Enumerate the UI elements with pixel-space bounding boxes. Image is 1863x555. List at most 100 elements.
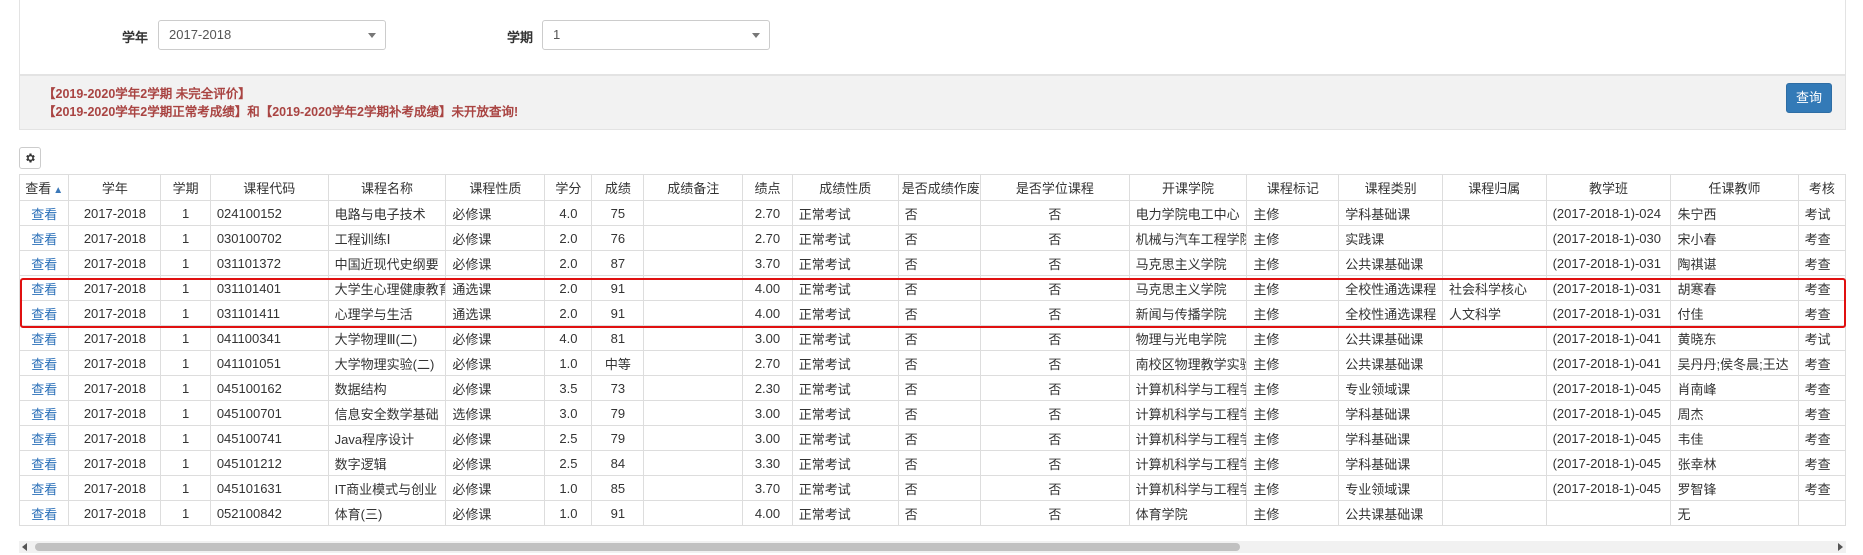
column-header[interactable]: 学年 (68, 174, 162, 201)
column-header[interactable]: 课程标记 (1246, 174, 1340, 201)
table-cell: 考查 (1797, 425, 1847, 451)
table-cell: 2017-2018 (68, 325, 162, 351)
table-cell: 必修课 (445, 425, 546, 451)
table-cell: 041100341 (209, 325, 329, 351)
column-header[interactable]: 是否成绩作废 (897, 174, 982, 201)
table-cell: 中国近现代史纲要 (327, 250, 447, 276)
table-cell: 否 (897, 425, 982, 451)
table-cell: 信息安全数学基础 (327, 400, 447, 426)
table-cell: (2017-2018-1)-045 (1545, 475, 1672, 501)
column-header[interactable]: 教学班 (1545, 174, 1672, 201)
table-cell: 否 (897, 325, 982, 351)
column-header[interactable]: 课程性质 (445, 174, 546, 201)
year-select-value: 2017-2018 (169, 27, 232, 42)
table-cell: 2017-2018 (68, 200, 162, 226)
column-header[interactable]: 开课学院 (1128, 174, 1248, 201)
view-link[interactable]: 查看 (18, 375, 70, 401)
column-header-label: 学年 (101, 181, 128, 196)
column-header[interactable]: 是否学位课程 (980, 174, 1130, 201)
table-row: 查看 2017-2018 1 045100701 信息安全数学基础 选修课 3.0 79 3.0… (18, 400, 1847, 426)
table-cell: 否 (980, 300, 1130, 326)
scroll-right-icon[interactable] (1836, 543, 1844, 551)
column-header-label: 课程标记 (1266, 181, 1319, 196)
table-cell: 电力学院电工中心 (1128, 200, 1248, 226)
table-cell: 体育(三) (327, 500, 447, 526)
table-cell: 2017-2018 (68, 275, 162, 301)
table-cell: 学科基础课 (1338, 400, 1443, 426)
column-header[interactable]: 学分 (544, 174, 593, 201)
table-cell (1441, 500, 1547, 526)
table-cell: 正常考试 (791, 325, 899, 351)
view-link[interactable]: 查看 (18, 225, 70, 251)
table-cell: 否 (980, 225, 1130, 251)
table-row: 查看 2017-2018 1 031101372 中国近现代史纲要 必修课 2.0 87 3.7… (18, 250, 1847, 276)
table-cell (643, 400, 744, 426)
view-link[interactable]: 查看 (18, 275, 70, 301)
table-cell: 计算机科学与工程学院 (1128, 450, 1248, 476)
scrollbar-thumb[interactable] (35, 543, 1240, 551)
column-header[interactable]: 绩点 (742, 174, 793, 201)
view-link[interactable]: 查看 (18, 350, 70, 376)
table-cell: (2017-2018-1)-045 (1545, 450, 1672, 476)
table-cell (643, 250, 744, 276)
table-cell: 中等 (591, 350, 645, 376)
column-header[interactable]: 成绩性质 (791, 174, 899, 201)
table-cell: 2.70 (742, 225, 793, 251)
column-header[interactable]: 课程归属 (1441, 174, 1547, 201)
table-row: 查看 2017-2018 1 045100741 Java程序设计 必修课 2.5 79 3.0… (18, 425, 1847, 451)
column-header[interactable]: 课程名称 (327, 174, 447, 201)
table-row: 查看 2017-2018 1 045100162 数据结构 必修课 3.5 73 2.30 正常考… (18, 375, 1847, 401)
column-header[interactable]: 学期 (160, 174, 211, 201)
view-link[interactable]: 查看 (18, 475, 70, 501)
column-header[interactable]: 查看 ▲ (18, 174, 70, 201)
sort-icon[interactable]: ▲ (53, 185, 63, 196)
table-cell (643, 200, 744, 226)
table-cell: 必修课 (445, 375, 546, 401)
column-header-label: 开课学院 (1162, 181, 1215, 196)
view-link[interactable]: 查看 (18, 425, 70, 451)
caret-down-icon (752, 33, 760, 38)
view-link[interactable]: 查看 (18, 400, 70, 426)
query-button[interactable]: 查询 (1786, 83, 1832, 113)
table-cell: 1 (160, 475, 211, 501)
view-link[interactable]: 查看 (18, 500, 70, 526)
table-cell: 实践课 (1338, 225, 1443, 251)
table-cell: 2.0 (544, 225, 593, 251)
table-cell: 2.0 (544, 300, 593, 326)
grades-table: 查看 ▲ 学年 学期 课程代码 课程名称 课程性质 学分 成绩 成绩备注 绩点 成绩性质 是否成绩作废是… (18, 174, 1847, 526)
table-cell: 75 (591, 200, 645, 226)
table-cell: 81 (591, 325, 645, 351)
scroll-left-icon[interactable] (21, 543, 29, 551)
view-link[interactable]: 查看 (18, 450, 70, 476)
table-cell: 数字逻辑 (327, 450, 447, 476)
view-link[interactable]: 查看 (18, 200, 70, 226)
view-link[interactable]: 查看 (18, 250, 70, 276)
table-cell: 2017-2018 (68, 500, 162, 526)
table-cell: (2017-2018-1)-045 (1545, 400, 1672, 426)
column-header[interactable]: 考核 (1797, 174, 1847, 201)
table-cell: 否 (980, 350, 1130, 376)
table-cell: 否 (980, 275, 1130, 301)
column-header[interactable]: 成绩备注 (643, 174, 744, 201)
column-header-label: 成绩备注 (667, 181, 720, 196)
table-row: 查看 2017-2018 1 045101631 IT商业模式与创业 必修课 1.0 85 3.… (18, 475, 1847, 501)
table-cell: 大学物理Ⅲ(二) (327, 325, 447, 351)
term-select[interactable]: 1 (542, 20, 770, 50)
column-header[interactable]: 课程类别 (1338, 174, 1443, 201)
view-link[interactable]: 查看 (18, 300, 70, 326)
column-header[interactable]: 成绩 (591, 174, 645, 201)
table-header-row: 查看 ▲ 学年 学期 课程代码 课程名称 课程性质 学分 成绩 成绩备注 绩点 成绩性质 是否成绩作废 是… (18, 174, 1847, 201)
table-cell: 1 (160, 450, 211, 476)
column-header[interactable]: 课程代码 (209, 174, 329, 201)
view-link[interactable]: 查看 (18, 325, 70, 351)
year-select[interactable]: 2017-2018 (158, 20, 386, 50)
table-cell: 1 (160, 500, 211, 526)
column-header[interactable]: 任课教师 (1670, 174, 1799, 201)
table-cell: 正常考试 (791, 500, 899, 526)
horizontal-scrollbar[interactable] (19, 541, 1846, 553)
table-cell (1441, 250, 1547, 276)
table-cell (1441, 425, 1547, 451)
table-cell: 2017-2018 (68, 475, 162, 501)
table-cell: 公共课基础课 (1338, 350, 1443, 376)
column-settings-button[interactable] (19, 147, 41, 169)
